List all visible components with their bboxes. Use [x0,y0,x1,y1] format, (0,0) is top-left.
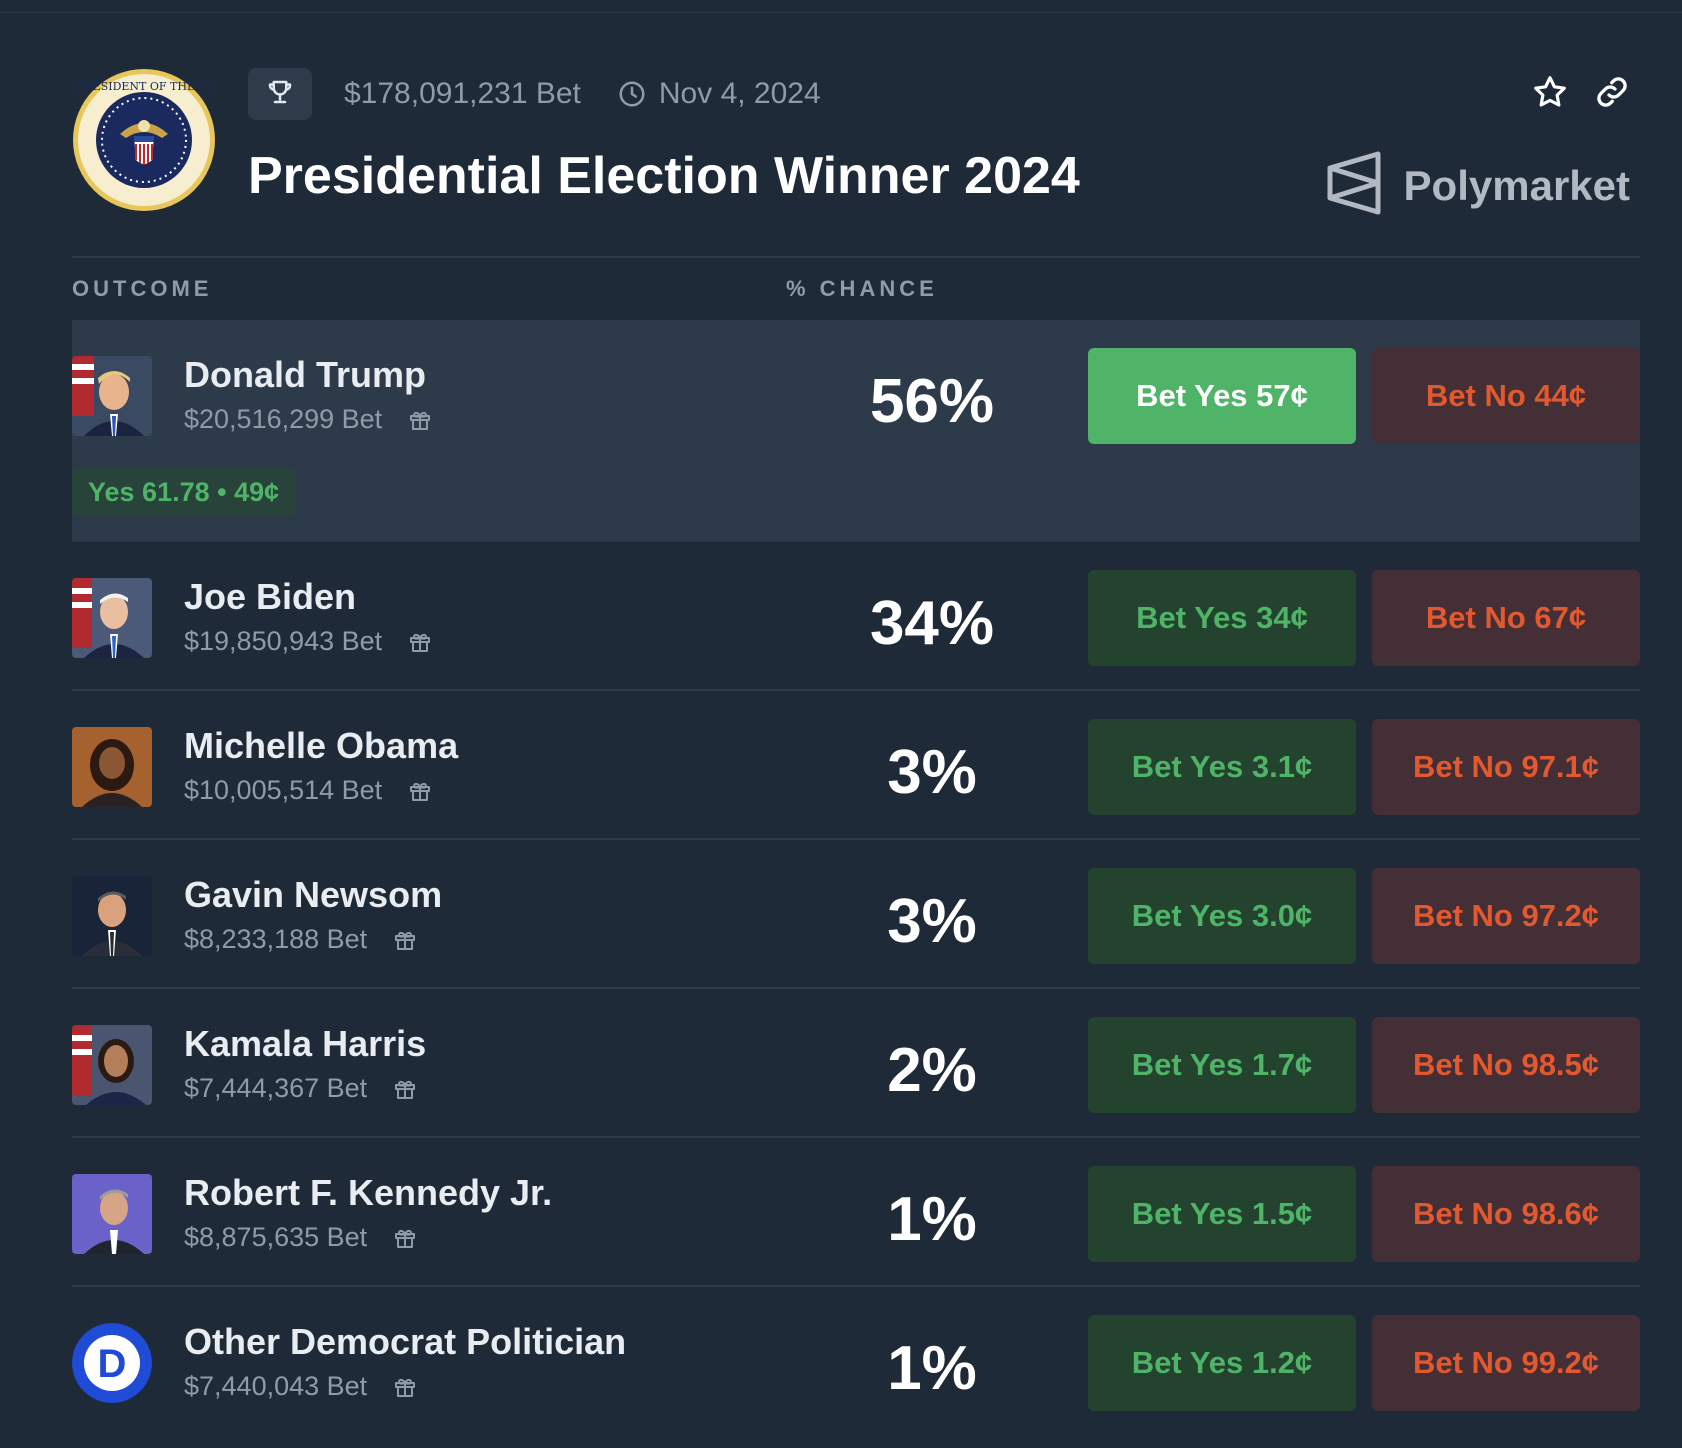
market-volume: $178,091,231 Bet [344,77,581,110]
gift-icon[interactable] [393,1226,417,1250]
candidate-name[interactable]: Michelle Obama [184,725,458,767]
chance-value: 3% [887,738,977,807]
column-header-chance: % CHANCE [786,276,938,301]
candidate-avatar-rfk-jr [72,1174,152,1254]
presidential-seal-image: SEAL OF THE PRESIDENT OF THE UNITED STAT… [0,68,294,212]
bet-yes-button[interactable]: Bet Yes 1.5¢ [1088,1166,1356,1262]
bet-volume: $8,233,188 Bet [184,924,368,954]
chance-value: 1% [887,1185,977,1254]
chance-value: 3% [887,887,977,956]
bet-no-button[interactable]: Bet No 98.5¢ [1372,1017,1640,1113]
bet-yes-button[interactable]: Bet Yes 3.1¢ [1088,719,1356,815]
outcome-row[interactable]: Donald Trump $20,516,299 Bet 56% Bet Yes… [72,320,1640,542]
column-header-outcome: OUTCOME [72,276,213,301]
candidate-avatar-trump [72,356,152,436]
bet-volume: $10,005,514 Bet [184,775,383,805]
candidate-name[interactable]: Kamala Harris [184,1023,426,1065]
outcome-row[interactable]: Michelle Obama $10,005,514 Bet 3% Bet Ye… [72,691,1640,840]
bet-no-button[interactable]: Bet No 98.6¢ [1372,1166,1640,1262]
polymarket-brand[interactable]: Polymarket [1326,150,1630,221]
bet-volume-line: $7,444,367 Bet [184,1073,417,1104]
outcome-row[interactable]: Gavin Newsom $8,233,188 Bet 3% Bet Yes 3… [72,840,1640,989]
trophy-icon [265,77,295,112]
bet-volume-line: $19,850,943 Bet [184,626,432,657]
candidate-name[interactable]: Donald Trump [184,354,426,396]
position-badge[interactable]: Yes 61.78 • 49¢ [72,468,296,516]
seal-text: SEAL OF THE PRESIDENT OF THE UNITED STAT… [72,80,216,93]
brand-name: Polymarket [1403,161,1630,209]
outcome-row[interactable]: Joe Biden $19,850,943 Bet 34% Bet Yes 34… [72,542,1640,691]
candidate-avatar-michelle-obama [72,727,152,807]
link-icon[interactable] [1592,72,1632,112]
market-page: SEAL OF THE PRESIDENT OF THE UNITED STAT… [0,0,1682,1448]
bet-yes-button[interactable]: Bet Yes 57¢ [1088,348,1356,444]
candidate-name[interactable]: Gavin Newsom [184,874,442,916]
democrat-logo-letter: D [98,1342,127,1386]
chance-value: 2% [887,1036,977,1105]
bet-volume: $20,516,299 Bet [184,404,383,434]
gift-icon[interactable] [408,779,432,803]
chance-value: 34% [869,589,995,658]
gift-icon[interactable] [393,1077,417,1101]
bet-yes-button[interactable]: Bet Yes 1.2¢ [1088,1315,1356,1411]
outcome-row[interactable]: Robert F. Kennedy Jr. $8,875,635 Bet 1% … [72,1138,1640,1287]
star-icon[interactable] [1530,72,1570,112]
bet-volume-line: $20,516,299 Bet [184,404,432,435]
candidate-name[interactable]: Joe Biden [184,576,356,618]
header-actions [1530,72,1632,112]
gift-icon[interactable] [393,1375,417,1399]
candidate-name[interactable]: Other Democrat Politician [184,1321,626,1363]
bet-volume-line: $7,440,043 Bet [184,1371,417,1402]
bet-volume-line: $8,233,188 Bet [184,924,417,955]
gift-icon[interactable] [408,408,432,432]
candidate-name[interactable]: Robert F. Kennedy Jr. [184,1172,552,1214]
header-divider [72,256,1640,258]
bet-no-button[interactable]: Bet No 99.2¢ [1372,1315,1640,1411]
bet-no-button[interactable]: Bet No 97.1¢ [1372,719,1640,815]
bet-volume: $8,875,635 Bet [184,1222,368,1252]
bet-yes-button[interactable]: Bet Yes 34¢ [1088,570,1356,666]
bet-volume: $7,440,043 Bet [184,1371,368,1401]
bet-volume: $7,444,367 Bet [184,1073,368,1103]
chance-value: 1% [887,1334,977,1403]
bet-no-button[interactable]: Bet No 97.2¢ [1372,868,1640,964]
outcome-list: Donald Trump $20,516,299 Bet 56% Bet Yes… [72,320,1640,1436]
clock-icon [617,79,647,109]
chance-value: 56% [869,367,995,436]
top-divider [0,12,1682,13]
candidate-avatar-gavin-newsom [72,876,152,956]
bet-volume-line: $10,005,514 Bet [184,775,432,806]
candidate-avatar-biden [72,578,152,658]
polymarket-logo-icon [1326,150,1382,221]
market-end-date: Nov 4, 2024 [658,77,821,110]
bet-yes-button[interactable]: Bet Yes 3.0¢ [1088,868,1356,964]
market-meta: $178,091,231 Bet Nov 4, 2024 [248,68,821,120]
bet-yes-button[interactable]: Bet Yes 1.7¢ [1088,1017,1356,1113]
bet-no-button[interactable]: Bet No 67¢ [1372,570,1640,666]
outcome-row[interactable]: Kamala Harris $7,444,367 Bet 2% Bet Yes … [72,989,1640,1138]
candidate-avatar-kamala-harris [72,1025,152,1105]
bet-volume-line: $8,875,635 Bet [184,1222,417,1253]
democrat-logo-icon: D [72,1323,152,1403]
page-title: Presidential Election Winner 2024 [248,147,1080,205]
bet-no-button[interactable]: Bet No 44¢ [1372,348,1640,444]
trophy-badge[interactable] [248,68,312,120]
gift-icon[interactable] [408,630,432,654]
gift-icon[interactable] [393,928,417,952]
outcome-row[interactable]: D Other Democrat Politician $7,440,043 B… [72,1287,1640,1436]
bet-volume: $19,850,943 Bet [184,626,383,656]
